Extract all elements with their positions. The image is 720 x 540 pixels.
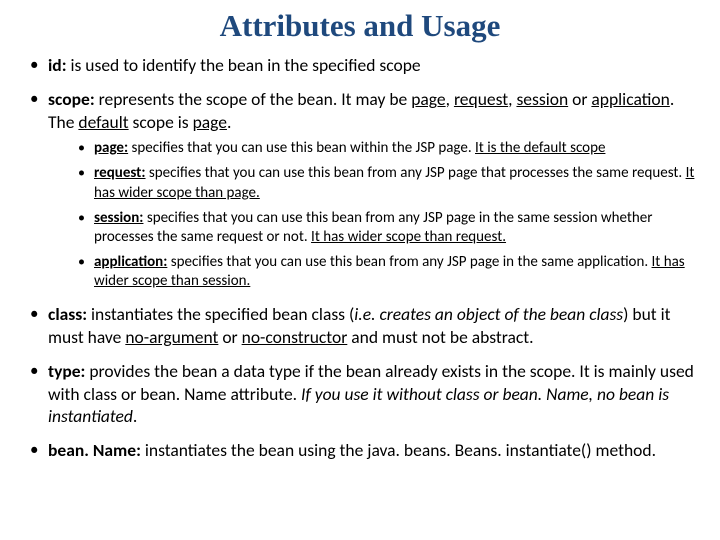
list-item: scope: represents the scope of the bean.…	[30, 88, 696, 291]
sub-label: page:	[94, 139, 128, 157]
term-application: application	[591, 88, 669, 110]
attr-label: id:	[48, 54, 67, 76]
list-item: request: specifies that you can use this…	[78, 164, 696, 202]
term-request: request	[454, 88, 508, 110]
sub-text: specifies that you can use this bean fro…	[146, 164, 686, 182]
attribute-list: id: is used to identify the bean in the …	[24, 54, 696, 462]
sub-note: It is the default scope	[475, 139, 605, 157]
list-item: bean. Name: instantiates the bean using …	[30, 439, 696, 461]
list-item: type: provides the bean a data type if t…	[30, 360, 696, 427]
sub-label: session:	[94, 209, 143, 227]
scope-sublist: page: specifies that you can use this be…	[48, 139, 696, 291]
attr-text: .	[133, 405, 137, 427]
attr-text: scope is	[129, 111, 193, 133]
italic-note: i.e. creates an object of the bean class	[354, 303, 623, 325]
list-item: session: specifies that you can use this…	[78, 209, 696, 247]
list-item: class: instantiates the specified bean c…	[30, 303, 696, 348]
term-page-default: page	[193, 111, 227, 133]
term-noconstructor: no-constructor	[242, 326, 348, 348]
sub-label: request:	[94, 164, 146, 182]
attr-text: .	[227, 111, 231, 133]
term-session: session	[516, 88, 568, 110]
term-default: default	[78, 111, 128, 133]
sub-note: It has wider scope than request.	[311, 228, 506, 246]
attr-label: bean. Name:	[48, 439, 141, 461]
attr-text: and must not be abstract.	[347, 326, 533, 348]
sub-text: specifies that you can use this bean wit…	[128, 139, 475, 157]
attr-label: class:	[48, 303, 87, 325]
attr-text: or	[218, 326, 241, 348]
attr-label: scope:	[48, 88, 95, 110]
sub-text: specifies that you can use this bean fro…	[167, 253, 651, 271]
attr-text: represents the scope of the bean. It may…	[95, 88, 412, 110]
list-item: id: is used to identify the bean in the …	[30, 54, 696, 76]
term-noarg: no-argument	[125, 326, 218, 348]
attr-text: is used to identify the bean in the spec…	[67, 54, 421, 76]
attr-text: instantiates the specified bean class (	[87, 303, 354, 325]
attr-text: or	[568, 88, 591, 110]
list-item: page: specifies that you can use this be…	[78, 139, 696, 158]
term-page: page	[411, 88, 445, 110]
attr-text: instantiates the bean using the java. be…	[141, 439, 656, 461]
list-item: application: specifies that you can use …	[78, 253, 696, 291]
attr-label: type:	[48, 360, 85, 382]
sub-label: application:	[94, 253, 167, 271]
page-title: Attributes and Usage	[24, 8, 696, 44]
